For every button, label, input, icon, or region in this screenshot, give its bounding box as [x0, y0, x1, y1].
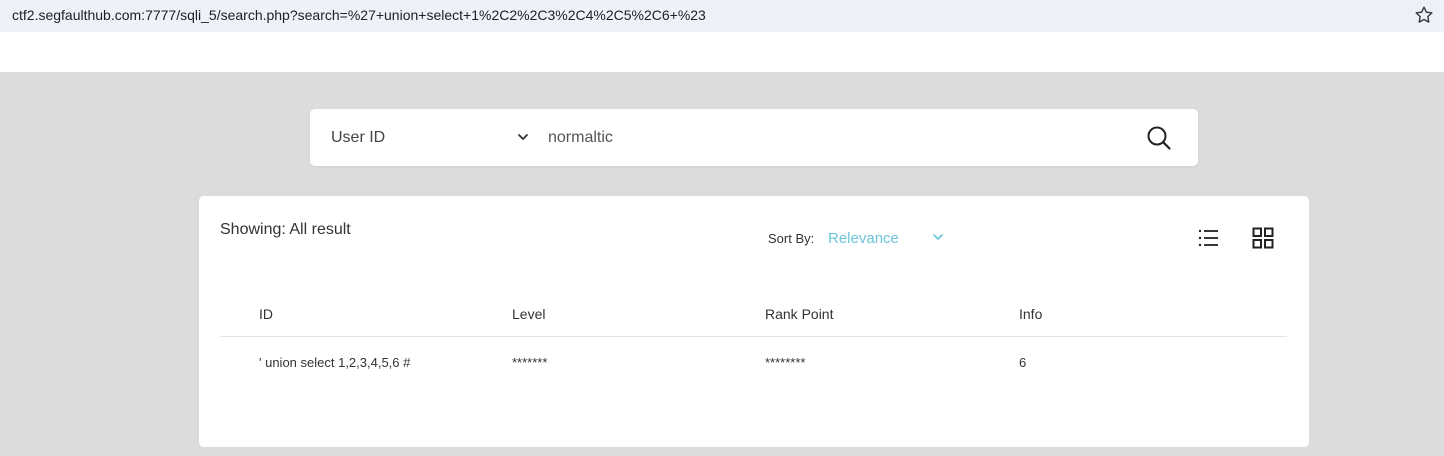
- showing-count-text: Showing: All result: [220, 221, 351, 238]
- grid-view-icon[interactable]: [1251, 226, 1275, 250]
- star-icon[interactable]: [1413, 4, 1435, 26]
- search-field-select[interactable]: User ID: [331, 129, 385, 147]
- column-header-id: ID: [259, 306, 273, 322]
- chevron-down-icon[interactable]: [931, 230, 945, 244]
- column-header-level: Level: [512, 306, 546, 322]
- search-icon[interactable]: [1145, 124, 1173, 152]
- cell-rank-point: ********: [765, 355, 806, 370]
- cell-id: ' union select 1,2,3,4,5,6 #: [259, 355, 411, 370]
- search-bar: User ID: [310, 109, 1198, 166]
- sort-select[interactable]: Relevance: [828, 230, 899, 247]
- chevron-down-icon[interactable]: [516, 130, 530, 144]
- results-panel: Showing: All result Sort By: Relevance I…: [199, 196, 1309, 447]
- address-bar[interactable]: ctf2.segfaulthub.com:7777/sqli_5/search.…: [0, 0, 1444, 32]
- page-header-band: [0, 32, 1444, 72]
- cell-info: 6: [1019, 355, 1027, 370]
- table-divider: [220, 336, 1287, 337]
- sort-label: Sort By:: [768, 231, 815, 246]
- list-view-icon[interactable]: [1197, 226, 1221, 250]
- search-input[interactable]: [540, 121, 1130, 155]
- url-text[interactable]: ctf2.segfaulthub.com:7777/sqli_5/search.…: [12, 7, 706, 23]
- cell-level: *******: [512, 355, 548, 370]
- column-header-rank-point: Rank Point: [765, 306, 834, 322]
- column-header-info: Info: [1019, 306, 1043, 322]
